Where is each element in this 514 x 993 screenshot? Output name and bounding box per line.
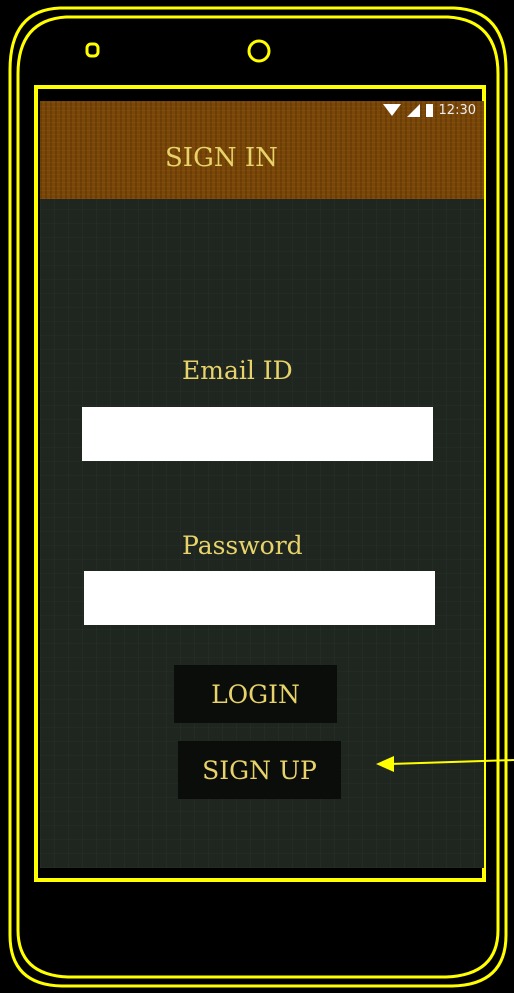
status-bar: 12:30 <box>382 101 476 119</box>
speaker-dot <box>85 42 100 58</box>
login-button[interactable]: LOGIN <box>174 665 337 723</box>
wifi-icon <box>382 104 401 116</box>
email-label: Email ID <box>182 356 293 385</box>
signup-button[interactable]: SIGN UP <box>178 741 341 799</box>
battery-icon <box>425 103 433 117</box>
password-label: Password <box>182 531 303 560</box>
app-bar: 12:30 SIGN IN <box>40 101 484 199</box>
signal-icon <box>406 103 420 117</box>
camera-dot <box>247 39 271 63</box>
status-time: 12:30 <box>438 102 476 118</box>
page-title: SIGN IN <box>165 143 278 173</box>
email-field[interactable] <box>82 407 433 461</box>
device-screen: 12:30 SIGN IN Email ID Password LOGIN SI… <box>40 101 484 868</box>
password-field[interactable] <box>84 571 435 625</box>
